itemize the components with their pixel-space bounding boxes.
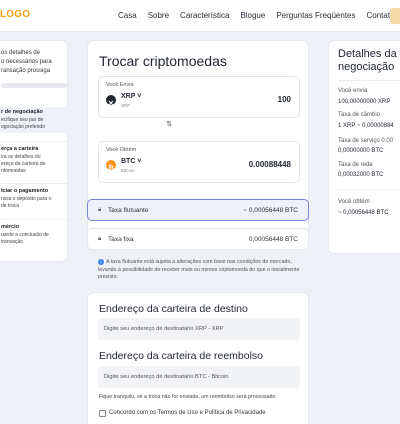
divider: [338, 80, 400, 81]
receive-box[interactable]: Você Obtém ₿ BTC ˅ Bitcoin 0.00088448: [98, 141, 300, 183]
refund-wallet-title: Endereço da carteira de reembolso: [99, 350, 264, 362]
btc-coin-icon: ₿: [106, 160, 116, 173]
progress-bar: [1, 83, 67, 88]
step-wallet[interactable]: erça a carteira ira os detalhes do ereço…: [1, 144, 69, 177]
receive-label: Você Obtém: [106, 147, 137, 153]
nav-about[interactable]: Sobre: [148, 11, 169, 20]
divider: [338, 189, 400, 190]
trade-details-panel: Detalhes da negociação Você envia 100.00…: [328, 40, 400, 254]
wallet-card: Endereço da carteira de destino Endereço…: [87, 292, 309, 424]
detail-label: Taxa de serviço 0.00: [338, 138, 394, 144]
rate-option-fixed[interactable]: 🔒︎ Taxa fixa 0,00056448 BTC: [87, 228, 309, 250]
rate-value: ~ 0,00056448 BTC: [243, 207, 298, 214]
detail-label: Você obtém: [338, 199, 370, 205]
rate-label: Taxa flutuante: [108, 207, 149, 214]
destination-wallet-title: Endereço da carteira de destino: [99, 303, 248, 315]
detail-value: 0,00032000 BTC: [338, 172, 384, 178]
step-title: mércio: [1, 224, 20, 230]
terms-checkbox[interactable]: [99, 410, 106, 417]
destination-address-input[interactable]: [98, 318, 300, 340]
step-trading-pair[interactable]: r de negociação ecifique seu par de ogoc…: [0, 107, 69, 133]
receive-currency-name: Bitcoin: [121, 168, 135, 173]
send-label: Você Envia: [106, 82, 134, 88]
header-cta-button[interactable]: [390, 8, 400, 24]
sidebar-intro: os detalhes de o necessários para ransaç…: [1, 50, 52, 74]
detail-value: 1 XRP ~ 0,00000884: [338, 123, 394, 129]
divider: [1, 183, 67, 184]
step-desc: nicia o depósito para o de troca: [1, 196, 52, 209]
nav-blog[interactable]: Blogue: [240, 11, 265, 20]
rate-value: 0,00056448 BTC: [248, 236, 298, 243]
nav-home[interactable]: Casa: [118, 11, 137, 20]
info-icon: i: [98, 259, 104, 265]
detail-label: Você envia: [338, 88, 368, 94]
step-title: erça a carteira: [1, 146, 39, 152]
nav-faq[interactable]: Perguntas Freqüentes: [276, 11, 355, 20]
details-title: Detalhes da negociação: [338, 48, 397, 73]
top-header: LOGO Casa Sobre Característica Blogue Pe…: [0, 0, 400, 32]
detail-label: Taxa de rede: [338, 162, 373, 168]
xrp-coin-icon: [106, 95, 116, 106]
page-title: Trocar criptomoedas: [99, 53, 227, 69]
note-text: A taxa flutuante está sujeita a alteraçõ…: [98, 259, 300, 280]
swap-icon[interactable]: ⇅: [163, 119, 175, 131]
svg-text:₿: ₿: [108, 165, 114, 173]
divider: [1, 141, 67, 142]
detail-value: 100.00000000 XRP: [338, 99, 391, 105]
step-desc: ira os detalhes do ereço da carteira de …: [1, 154, 46, 174]
divider: [1, 219, 67, 220]
rate-option-floating[interactable]: 🔒︎ Taxa flutuante ~ 0,00056448 BTC: [87, 199, 309, 221]
send-amount-input[interactable]: 100: [278, 95, 291, 104]
lock-icon: 🔒︎: [98, 236, 102, 242]
detail-value: 0,00000000 BTC: [338, 148, 384, 154]
step-desc: uarde a conclusão de transação: [1, 232, 49, 245]
terms-label[interactable]: Concordo com os Termos de Uso e Política…: [109, 410, 266, 416]
receive-currency-select[interactable]: BTC ˅: [121, 158, 141, 165]
step-trade[interactable]: mércio uarde a conclusão de transação: [1, 222, 69, 248]
steps-sidebar: os detalhes de o necessários para ransaç…: [0, 40, 69, 262]
send-currency-select[interactable]: XRP ˅: [121, 93, 141, 100]
step-payment[interactable]: iciar o pagamento nicia o depósito para …: [1, 186, 69, 212]
rate-info-note: iA taxa flutuante está sujeita a alteraç…: [98, 259, 303, 282]
nav-features[interactable]: Característica: [180, 11, 229, 20]
refund-address-input[interactable]: [98, 366, 300, 388]
step-desc: ecifique seu par de ogociação preferido: [1, 117, 45, 130]
send-currency-name: XRP: [121, 103, 131, 108]
send-box[interactable]: Você Envia XRP ˅ XRP 100: [98, 76, 300, 118]
lock-icon: 🔒︎: [98, 207, 102, 213]
refund-help-text: Fique tranquilo, se a troca não for envi…: [99, 394, 277, 400]
step-title: r de negociação: [1, 109, 43, 115]
receive-amount: 0.00088448: [248, 160, 291, 169]
logo[interactable]: LOGO: [0, 9, 30, 20]
detail-label: Taxa de câmbio: [338, 112, 381, 118]
main-nav: Casa Sobre Característica Blogue Pergunt…: [118, 11, 395, 20]
step-title: iciar o pagamento: [1, 188, 49, 194]
rate-label: Taxa fixa: [108, 236, 134, 243]
detail-value: ~ 0,00056448 BTC: [338, 210, 389, 216]
